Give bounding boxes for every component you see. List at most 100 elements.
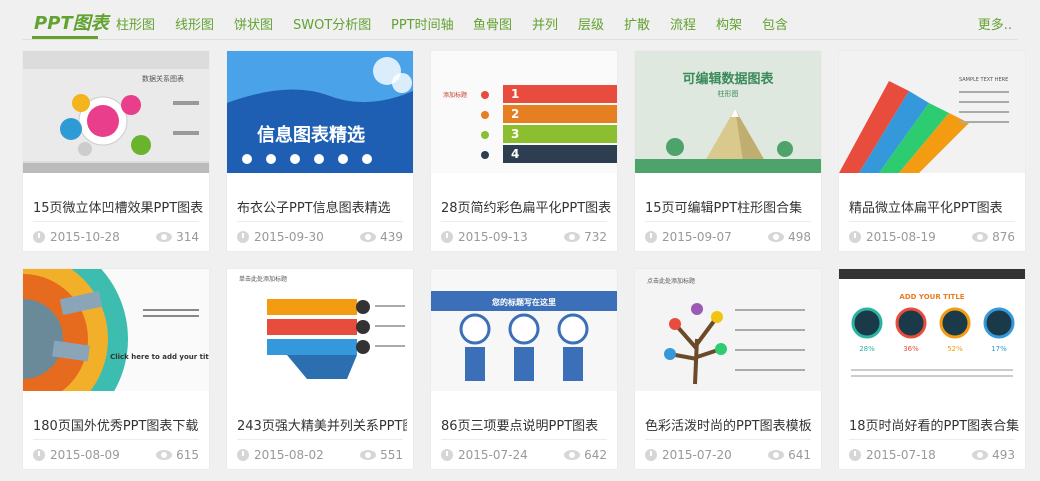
publish-date: 2015-08-09 <box>50 448 120 462</box>
card-meta: 2015-09-30 439 <box>237 230 403 246</box>
thumb-title: 您的标题写在这里 <box>492 297 556 307</box>
template-card[interactable]: 点击此处添加标题 色彩活泼时尚的PPT图表模板 2015-07-20 641 <box>634 268 822 470</box>
nav-item-contain[interactable]: 包含 <box>762 14 788 33</box>
card-meta: 2015-07-18 493 <box>849 448 1015 464</box>
clock-icon <box>645 449 657 461</box>
template-thumbnail[interactable]: ADD YOUR TITLE 28% 36% 52% 17% <box>839 269 1025 391</box>
nav-item-process[interactable]: 流程 <box>670 14 696 33</box>
eye-icon <box>768 232 785 242</box>
eye-icon <box>768 450 785 460</box>
publish-date: 2015-07-18 <box>866 448 936 462</box>
view-count: 641 <box>788 448 811 462</box>
card-meta: 2015-08-02 551 <box>237 448 403 464</box>
nav-item-swot[interactable]: SWOT分析图 <box>293 14 371 33</box>
eye-icon <box>156 450 173 460</box>
nav-item-bar-chart[interactable]: 柱形图 <box>116 14 155 33</box>
thumb-title: 数据关系图表 <box>142 74 184 83</box>
template-thumbnail[interactable]: 您的标题写在这里 <box>431 269 617 391</box>
template-card[interactable]: 可编辑数据图表 柱形图 15页可编辑PPT柱形图合集 2015-09-07 49… <box>634 50 822 252</box>
card-divider <box>33 221 199 222</box>
template-card[interactable]: ADD YOUR TITLE 28% 36% 52% 17% 18页时尚好看的P… <box>838 268 1026 470</box>
view-count: 439 <box>380 230 403 244</box>
thumb-title: Click here to add your title <box>110 353 209 361</box>
view-count: 498 <box>788 230 811 244</box>
category-nav: PPT图表 柱形图 线形图 饼状图 SWOT分析图 PPT时间轴 鱼骨图 并列 … <box>22 0 1018 40</box>
svg-text:52%: 52% <box>947 345 963 353</box>
publish-date: 2015-08-19 <box>866 230 936 244</box>
template-thumbnail[interactable]: SAMPLE TEXT HERE <box>839 51 1025 173</box>
template-title[interactable]: 28页简约彩色扁平化PPT图表 <box>441 197 611 216</box>
clock-icon <box>441 231 453 243</box>
card-divider <box>237 439 403 440</box>
card-meta: 2015-08-09 615 <box>33 448 199 464</box>
card-divider <box>645 221 811 222</box>
template-title[interactable]: 色彩活泼时尚的PPT图表模板 <box>645 415 815 434</box>
template-title[interactable]: 180页国外优秀PPT图表下载 <box>33 415 203 434</box>
template-card[interactable]: SAMPLE TEXT HERE 精品微立体扁平化PPT图表 2015-08-1… <box>838 50 1026 252</box>
eye-icon <box>156 232 173 242</box>
active-tab-underline <box>32 36 98 39</box>
svg-text:36%: 36% <box>903 345 919 353</box>
svg-text:1: 1 <box>511 87 519 101</box>
template-thumbnail[interactable]: 添加标题 1 2 3 4 <box>431 51 617 173</box>
template-card[interactable]: 数据关系图表 15页微立体凹槽效果PPT图表 2015-10-28 314 <box>22 50 210 252</box>
view-count: 876 <box>992 230 1015 244</box>
eye-icon <box>360 450 377 460</box>
thumb-title: 信息图表精选 <box>257 124 365 146</box>
card-divider <box>849 221 1015 222</box>
card-divider <box>441 221 607 222</box>
nav-item-structure[interactable]: 构架 <box>716 14 742 33</box>
svg-text:3: 3 <box>511 127 519 141</box>
nav-item-hierarchy[interactable]: 层级 <box>578 14 604 33</box>
thumb-title: 单击此处添加标题 <box>239 275 287 283</box>
template-title[interactable]: 精品微立体扁平化PPT图表 <box>849 197 1019 216</box>
template-card[interactable]: 单击此处添加标题 243页强大精美并列关系PPT图 2015-08-02 551 <box>226 268 414 470</box>
thumb-title: 可编辑数据图表 <box>682 71 774 87</box>
publish-date: 2015-09-07 <box>662 230 732 244</box>
template-thumbnail[interactable]: 信息图表精选 <box>227 51 413 173</box>
thumb-title: 添加标题 <box>443 91 467 99</box>
eye-icon <box>564 450 581 460</box>
card-meta: 2015-07-20 641 <box>645 448 811 464</box>
nav-item-timeline[interactable]: PPT时间轴 <box>391 14 454 33</box>
template-card[interactable]: 您的标题写在这里 86页三项要点说明PPT图表 2015-07-24 642 <box>430 268 618 470</box>
card-meta: 2015-10-28 314 <box>33 230 199 246</box>
template-title[interactable]: 243页强大精美并列关系PPT图 <box>237 415 407 434</box>
template-card[interactable]: 信息图表精选 布衣公子PPT信息图表精选 2015-09-30 439 <box>226 50 414 252</box>
thumb-title: ADD YOUR TITLE <box>899 293 964 301</box>
card-meta: 2015-07-24 642 <box>441 448 607 464</box>
view-count: 615 <box>176 448 199 462</box>
clock-icon <box>237 449 249 461</box>
template-thumbnail[interactable]: 单击此处添加标题 <box>227 269 413 391</box>
template-title[interactable]: 布衣公子PPT信息图表精选 <box>237 197 407 216</box>
template-thumbnail[interactable]: 点击此处添加标题 <box>635 269 821 391</box>
card-meta: 2015-09-07 498 <box>645 230 811 246</box>
template-thumbnail[interactable]: 可编辑数据图表 柱形图 <box>635 51 821 173</box>
template-title[interactable]: 15页微立体凹槽效果PPT图表 <box>33 197 203 216</box>
template-card[interactable]: Click here to add your title 180页国外优秀PPT… <box>22 268 210 470</box>
nav-item-parallel[interactable]: 并列 <box>532 14 558 33</box>
nav-item-diffusion[interactable]: 扩散 <box>624 14 650 33</box>
card-divider <box>237 221 403 222</box>
template-card[interactable]: 添加标题 1 2 3 4 28页简约彩色扁平化PPT图表 2015-09-13 … <box>430 50 618 252</box>
svg-text:4: 4 <box>511 147 519 161</box>
template-thumbnail[interactable]: Click here to add your title <box>23 269 209 391</box>
clock-icon <box>441 449 453 461</box>
nav-item-fishbone[interactable]: 鱼骨图 <box>473 14 512 33</box>
thumb-title: 点击此处添加标题 <box>647 277 695 285</box>
publish-date: 2015-07-24 <box>458 448 528 462</box>
nav-item-pie-chart[interactable]: 饼状图 <box>234 14 273 33</box>
view-count: 642 <box>584 448 607 462</box>
svg-text:2: 2 <box>511 107 519 121</box>
card-meta: 2015-09-13 732 <box>441 230 607 246</box>
nav-item-line-chart[interactable]: 线形图 <box>175 14 214 33</box>
template-title[interactable]: 86页三项要点说明PPT图表 <box>441 415 611 434</box>
template-thumbnail[interactable]: 数据关系图表 <box>23 51 209 173</box>
view-count: 732 <box>584 230 607 244</box>
view-count: 493 <box>992 448 1015 462</box>
template-title[interactable]: 15页可编辑PPT柱形图合集 <box>645 197 815 216</box>
publish-date: 2015-07-20 <box>662 448 732 462</box>
nav-brand-tab[interactable]: PPT图表 <box>34 9 109 35</box>
template-title[interactable]: 18页时尚好看的PPT图表合集 <box>849 415 1019 434</box>
more-link[interactable]: 更多.. <box>978 14 1012 33</box>
